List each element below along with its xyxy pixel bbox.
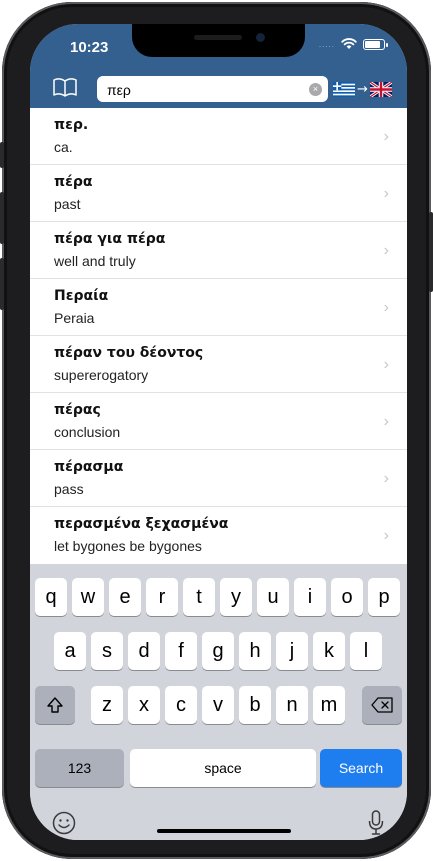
key-m[interactable]: m (313, 686, 345, 724)
key-w[interactable]: w (72, 578, 104, 616)
list-item[interactable]: περ. ca. › (30, 108, 407, 165)
arrow-right-icon: → (357, 81, 368, 97)
notch (132, 24, 305, 57)
key-d[interactable]: d (128, 632, 160, 670)
results-list: περ. ca. › πέρα past › πέρα για πέρα wel… (30, 108, 407, 564)
headword: πέρα για πέρα (54, 231, 166, 247)
signal-dots: ..... (318, 39, 335, 49)
headword: πέρα (54, 174, 93, 190)
chevron-right-icon: › (383, 185, 389, 202)
key-h[interactable]: h (239, 632, 271, 670)
headword: πέραν του δέοντος (54, 345, 204, 361)
keyboard: q w e r t y u i o p a s d f g h j k l z … (30, 567, 407, 840)
translation: Peraia (54, 310, 95, 326)
translation: past (54, 196, 81, 212)
shift-key[interactable] (35, 686, 75, 724)
key-y[interactable]: y (220, 578, 252, 616)
key-g[interactable]: g (202, 632, 234, 670)
chevron-right-icon: › (383, 128, 389, 145)
phone-frame: 10:23 ..... × (0, 2, 433, 859)
screen: 10:23 ..... × (30, 24, 407, 840)
key-r[interactable]: r (146, 578, 178, 616)
headword: πέρας (54, 402, 101, 418)
key-e[interactable]: e (109, 578, 141, 616)
language-direction-button[interactable]: → (333, 79, 395, 99)
key-v[interactable]: v (202, 686, 234, 724)
list-item[interactable]: πέρας conclusion › (30, 393, 407, 450)
key-f[interactable]: f (165, 632, 197, 670)
front-camera (256, 33, 265, 42)
chevron-right-icon: › (383, 356, 389, 373)
chevron-right-icon: › (383, 470, 389, 487)
key-a[interactable]: a (54, 632, 86, 670)
search-key[interactable]: Search (320, 749, 402, 787)
headword: Περαία (54, 288, 109, 304)
chevron-right-icon: › (383, 242, 389, 259)
microphone-icon[interactable] (368, 810, 384, 836)
translation: let bygones be bygones (54, 538, 202, 554)
mute-switch (0, 142, 4, 168)
power-button (429, 212, 433, 292)
speaker (194, 35, 242, 40)
shift-arrow-icon (47, 697, 63, 713)
key-q[interactable]: q (35, 578, 67, 616)
wifi-icon (341, 38, 357, 49)
battery-icon (363, 38, 388, 50)
key-b[interactable]: b (239, 686, 271, 724)
chevron-right-icon: › (383, 527, 389, 544)
book-icon[interactable] (52, 77, 78, 97)
key-u[interactable]: u (257, 578, 289, 616)
list-item[interactable]: πέρα past › (30, 165, 407, 222)
app-header: 10:23 ..... × (30, 24, 407, 108)
headword: περασμένα ξεχασμένα (54, 516, 229, 532)
translation: supererogatory (54, 367, 149, 383)
list-item[interactable]: πέραν του δέοντος supererogatory › (30, 336, 407, 393)
key-n[interactable]: n (276, 686, 308, 724)
numbers-key[interactable]: 123 (35, 749, 124, 787)
key-l[interactable]: l (350, 632, 382, 670)
headword: περ. (54, 117, 89, 133)
key-c[interactable]: c (165, 686, 197, 724)
headword: πέρασμα (54, 459, 124, 475)
key-s[interactable]: s (91, 632, 123, 670)
list-item[interactable]: περασμένα ξεχασμένα let bygones be bygon… (30, 507, 407, 564)
chevron-right-icon: › (383, 299, 389, 316)
key-i[interactable]: i (294, 578, 326, 616)
key-k[interactable]: k (313, 632, 345, 670)
list-item[interactable]: πέρα για πέρα well and truly › (30, 222, 407, 279)
key-z[interactable]: z (91, 686, 123, 724)
search-input[interactable] (105, 79, 304, 101)
space-key[interactable]: space (130, 749, 316, 787)
clear-icon[interactable]: × (309, 83, 322, 96)
translation: ca. (54, 139, 73, 155)
backspace-key[interactable] (362, 686, 402, 724)
key-j[interactable]: j (276, 632, 308, 670)
search-field[interactable]: × (97, 76, 328, 102)
volume-up-button (0, 192, 4, 244)
greek-flag-icon (333, 81, 355, 97)
translation: pass (54, 481, 84, 497)
key-o[interactable]: o (331, 578, 363, 616)
uk-flag-icon (369, 81, 392, 97)
key-t[interactable]: t (183, 578, 215, 616)
translation: conclusion (54, 424, 121, 440)
home-indicator[interactable] (157, 829, 291, 833)
translation: well and truly (54, 253, 136, 269)
emoji-icon[interactable] (52, 811, 76, 835)
volume-down-button (0, 258, 4, 310)
status-time: 10:23 (70, 39, 109, 56)
status-icons: ..... (318, 38, 388, 50)
backspace-icon (371, 697, 393, 713)
key-x[interactable]: x (128, 686, 160, 724)
chevron-right-icon: › (383, 413, 389, 430)
list-item[interactable]: πέρασμα pass › (30, 450, 407, 507)
key-p[interactable]: p (368, 578, 400, 616)
list-item[interactable]: Περαία Peraia › (30, 279, 407, 336)
